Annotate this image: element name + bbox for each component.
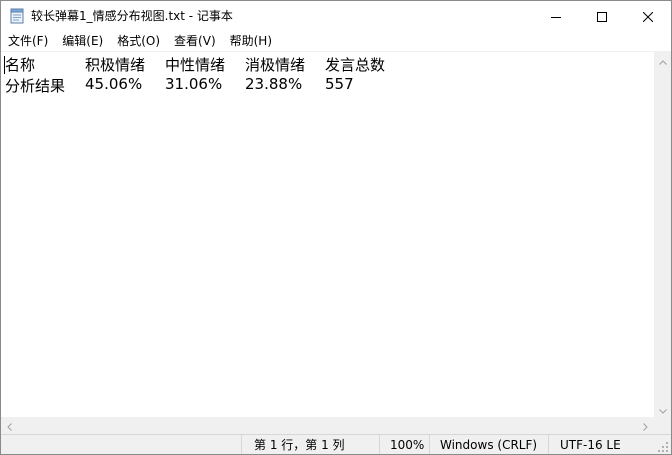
maximize-button[interactable]	[579, 1, 625, 31]
header-total: 发言总数	[325, 56, 386, 74]
chevron-right-icon	[643, 416, 648, 435]
scrollbar-corner	[654, 417, 671, 434]
value-negative: 23.88%	[245, 75, 303, 93]
scroll-down-button[interactable]	[654, 400, 671, 417]
title-bar[interactable]: 较长弹幕1_情感分布视图.txt - 记事本	[1, 1, 671, 31]
chevron-left-icon	[7, 416, 12, 435]
text-editor[interactable]: 名称 积极情绪 中性情绪 消极情绪 发言总数 分析结果 45.06% 31.06…	[1, 51, 654, 418]
status-divider	[548, 435, 549, 454]
maximize-icon	[597, 7, 607, 26]
status-bar: 第 1 行，第 1 列 100% Windows (CRLF) UTF-16 L…	[1, 434, 671, 454]
status-divider	[429, 435, 430, 454]
scroll-left-button[interactable]	[1, 417, 18, 434]
menu-view[interactable]: 查看(V)	[167, 31, 223, 51]
status-encoding: UTF-16 LE	[560, 438, 621, 452]
window-title: 较长弹幕1_情感分布视图.txt - 记事本	[31, 9, 233, 23]
minimize-button[interactable]	[533, 1, 579, 31]
notepad-icon	[10, 8, 24, 24]
header-neutral: 中性情绪	[165, 56, 226, 74]
status-line-ending: Windows (CRLF)	[440, 438, 538, 452]
value-label: 分析结果	[5, 77, 66, 95]
resize-grip-icon[interactable]	[657, 441, 669, 453]
status-divider	[379, 435, 380, 454]
header-name: 名称	[5, 56, 36, 74]
vertical-scrollbar[interactable]	[654, 51, 671, 417]
text-line: 名称 积极情绪 中性情绪 消极情绪 发言总数	[5, 54, 405, 76]
notepad-window: 较长弹幕1_情感分布视图.txt - 记事本 文件(F) 编辑(E) 格式(O)…	[0, 0, 672, 455]
text-line: 分析结果 45.06% 31.06% 23.88% 557	[5, 75, 405, 97]
minimize-icon	[551, 7, 561, 26]
status-position: 第 1 行，第 1 列	[254, 438, 345, 452]
horizontal-scrollbar[interactable]	[1, 417, 654, 434]
status-zoom: 100%	[390, 438, 425, 452]
value-positive: 45.06%	[85, 75, 143, 93]
close-icon	[642, 7, 654, 26]
scroll-right-button[interactable]	[637, 417, 654, 434]
status-divider	[241, 435, 242, 454]
close-button[interactable]	[625, 1, 671, 31]
menu-help[interactable]: 帮助(H)	[223, 31, 279, 51]
chevron-up-icon	[658, 50, 667, 69]
value-neutral: 31.06%	[165, 75, 223, 93]
menu-edit[interactable]: 编辑(E)	[55, 31, 110, 51]
header-positive: 积极情绪	[85, 56, 146, 74]
chevron-down-icon	[658, 399, 667, 418]
value-total: 557	[325, 75, 354, 93]
scroll-up-button[interactable]	[654, 51, 671, 68]
menu-bar: 文件(F) 编辑(E) 格式(O) 查看(V) 帮助(H)	[1, 31, 671, 51]
header-negative: 消极情绪	[245, 56, 306, 74]
menu-file[interactable]: 文件(F)	[1, 31, 55, 51]
menu-format[interactable]: 格式(O)	[110, 31, 167, 51]
